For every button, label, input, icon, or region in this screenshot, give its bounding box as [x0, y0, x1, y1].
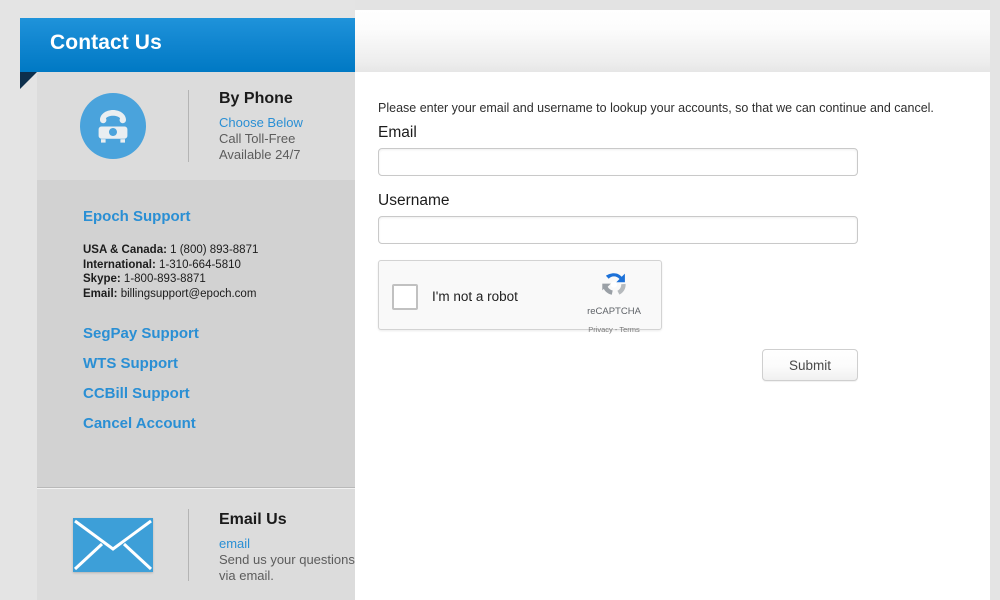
contact-row: USA & Canada: 1 (800) 893-8871: [83, 243, 355, 258]
recaptcha-checkbox-label: I'm not a robot: [432, 289, 518, 304]
email-text-block: Email Us email Send us your questions vi…: [189, 489, 355, 584]
ccbill-support-link[interactable]: CCBill Support: [83, 385, 355, 403]
sidebar-section-support: Epoch Support USA & Canada: 1 (800) 893-…: [37, 180, 355, 488]
contact-row: International: 1-310-664-5810: [83, 258, 355, 273]
sidebar-section-email: Email Us email Send us your questions vi…: [37, 488, 355, 600]
page-banner: Contact Us: [20, 18, 355, 72]
contact-value: 1-310-664-5810: [159, 258, 241, 271]
envelope-icon: [72, 517, 153, 572]
contact-label: International:: [83, 258, 156, 271]
recaptcha-widget[interactable]: I'm not a robot reCAPTCHA Privacy - Term…: [378, 260, 662, 334]
contact-details-list: USA & Canada: 1 (800) 893-8871 Internati…: [83, 243, 355, 301]
phone-availability-text: Available 24/7: [219, 146, 301, 162]
phone-heading: By Phone: [219, 90, 293, 107]
contact-value: 1-800-893-8871: [123, 273, 206, 285]
envelope-icon-cell: [37, 489, 188, 600]
form-instruction-text: Please enter your email and username to …: [378, 101, 934, 115]
email-description-line1: Send us your questions: [219, 551, 355, 567]
email-input[interactable]: [378, 148, 858, 176]
window-top-strip: [355, 0, 1000, 10]
email-description-line2: via email.: [219, 567, 274, 583]
submit-row: Submit: [378, 349, 858, 381]
contact-label: USA & Canada:: [83, 244, 167, 256]
sidebar: By Phone Choose Below Call Toll-Free Ava…: [37, 72, 355, 600]
choose-below-link[interactable]: Choose Below: [219, 115, 303, 131]
support-links-list: SegPay Support WTS Support CCBill Suppor…: [83, 325, 355, 433]
recaptcha-checkbox[interactable]: [392, 284, 418, 310]
recaptcha-branding: reCAPTCHA Privacy - Terms: [576, 269, 652, 337]
contact-label: Email:: [83, 287, 118, 300]
contact-row: Email: billingsupport@epoch.com: [83, 287, 355, 302]
submit-button[interactable]: Submit: [762, 349, 858, 381]
contact-page: Contact Us By Phone Choose Below Call To…: [0, 0, 1000, 600]
recaptcha-legal-links[interactable]: Privacy - Terms: [588, 325, 640, 334]
wts-support-link[interactable]: WTS Support: [83, 355, 355, 373]
contact-value: 1 (800) 893-8871: [170, 244, 259, 256]
epoch-support-link[interactable]: Epoch Support: [83, 208, 355, 226]
scrollbar-gutter[interactable]: [990, 0, 1000, 600]
contact-row: Skype: 1-800-893-8871: [83, 272, 355, 287]
phone-icon-cell: [37, 72, 188, 180]
email-field-label: Email: [378, 124, 417, 141]
contact-label: Skype:: [83, 273, 121, 285]
contact-value: billingsupport@epoch.com: [120, 287, 257, 300]
email-link[interactable]: email: [219, 536, 355, 552]
username-field-label: Username: [378, 192, 450, 209]
content-header-gradient: [355, 10, 990, 72]
sidebar-section-phone: By Phone Choose Below Call Toll-Free Ava…: [37, 72, 355, 180]
banner-fold-corner: [20, 72, 37, 89]
segpay-support-link[interactable]: SegPay Support: [83, 325, 355, 343]
recaptcha-brand-name: reCAPTCHA: [587, 306, 641, 317]
telephone-icon: [79, 93, 146, 159]
recaptcha-logo-icon: [602, 273, 626, 295]
phone-text-block: By Phone Choose Below Call Toll-Free Ava…: [189, 72, 303, 163]
account-lookup-form: Please enter your email and username to …: [378, 101, 934, 381]
username-input[interactable]: [378, 216, 858, 244]
cancel-account-link[interactable]: Cancel Account: [83, 415, 355, 433]
phone-toll-free-text: Call Toll-Free: [219, 130, 296, 146]
page-title: Contact Us: [50, 31, 162, 54]
email-heading: Email Us: [219, 511, 287, 528]
